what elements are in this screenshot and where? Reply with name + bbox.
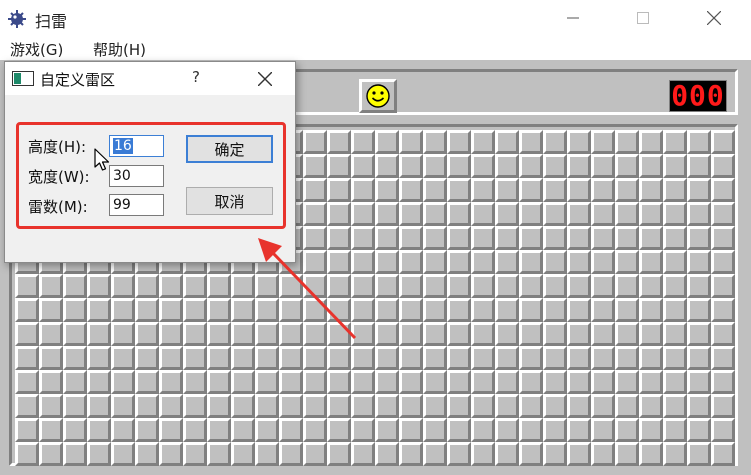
annotation-arrow [258, 238, 357, 340]
